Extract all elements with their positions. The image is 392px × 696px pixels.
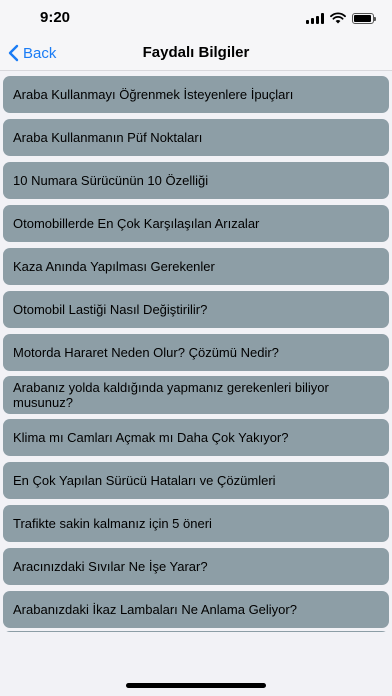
- list-item[interactable]: Trafikte sakin kalmanız için 5 öneri: [3, 505, 389, 542]
- list-item[interactable]: En Çok Yapılan Sürücü Hataları ve Çözüml…: [3, 462, 389, 499]
- page-title: Faydalı Bilgiler: [142, 44, 250, 61]
- list-item[interactable]: Kaza Anında Yapılması Gerekenler: [3, 248, 389, 285]
- list-item[interactable]: 10 Numara Sürücünün 10 Özelliği: [3, 162, 389, 199]
- list-item[interactable]: Klima mı Camları Açmak mı Daha Çok Yakıy…: [3, 419, 389, 456]
- list-item[interactable]: Otomobil Lastiği Nasıl Değiştirilir?: [3, 291, 389, 328]
- list-item[interactable]: Arabanızdaki İkaz Lambaları Ne Anlama Ge…: [3, 591, 389, 628]
- list-item[interactable]: Arabanız yolda kaldığında yapmanız gerek…: [3, 376, 389, 414]
- home-indicator: [126, 683, 266, 688]
- navigation-bar: Back Faydalı Bilgiler: [0, 36, 392, 71]
- cellular-signal-icon: [306, 12, 324, 24]
- status-icons: [306, 11, 376, 25]
- list-item[interactable]: Araba Kullanmayı Öğrenmek İsteyenlere İp…: [3, 76, 389, 113]
- list-item[interactable]: Araba Kullanmanın Püf Noktaları: [3, 119, 389, 156]
- list-item[interactable]: Otomobillerde En Çok Karşılaşılan Arızal…: [3, 205, 389, 242]
- list-item[interactable]: Motorda Hararet Neden Olur? Çözümü Nedir…: [3, 334, 389, 371]
- info-list[interactable]: Araba Kullanmayı Öğrenmek İsteyenlere İp…: [0, 72, 392, 632]
- status-bar: 9:20: [0, 0, 392, 36]
- battery-icon: [352, 12, 376, 24]
- status-time: 9:20: [40, 9, 71, 26]
- list-item[interactable]: Aracınızdaki Sıvılar Ne İşe Yarar?: [3, 548, 389, 585]
- list-item[interactable]: [3, 631, 389, 632]
- wifi-icon: [330, 12, 346, 24]
